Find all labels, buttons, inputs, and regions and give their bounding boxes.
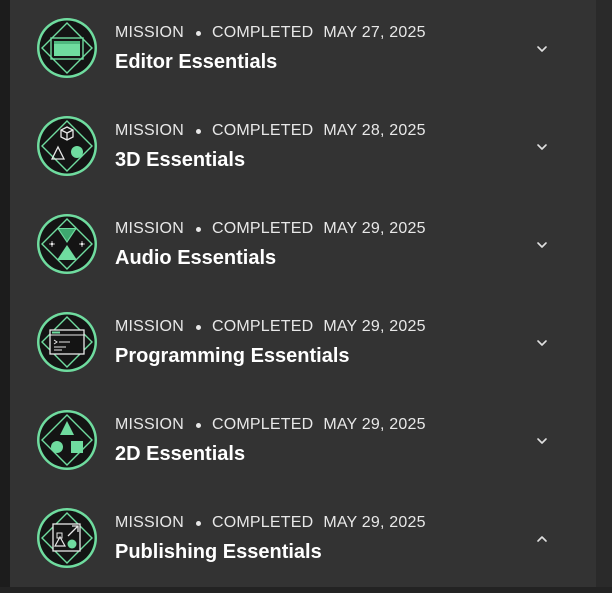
mission-status-label: COMPLETED: [211, 514, 314, 531]
mission-row-editor-essentials[interactable]: MISSION COMPLETED MAY 27, 2025 Editor Es…: [10, 0, 596, 98]
mission-type-label: MISSION: [115, 318, 184, 335]
3d-shapes-icon: [36, 115, 98, 177]
mission-type-label: MISSION: [115, 416, 184, 433]
mission-date: MAY 29, 2025: [323, 220, 426, 237]
mission-date: MAY 29, 2025: [323, 416, 426, 433]
mission-title: 2D Essentials: [115, 443, 246, 465]
mission-meta: MISSION COMPLETED MAY 29, 2025: [115, 513, 426, 533]
separator-dot: [195, 520, 201, 526]
mission-status-label: COMPLETED: [211, 220, 314, 237]
mission-type-label: MISSION: [115, 122, 184, 139]
separator-dot: [195, 226, 201, 232]
chevron-up-icon[interactable]: [530, 530, 554, 548]
mission-status-label: COMPLETED: [211, 122, 314, 139]
separator-dot: [195, 324, 201, 330]
2d-shapes-icon: [36, 409, 98, 471]
chevron-down-icon[interactable]: [530, 138, 554, 156]
mission-type-label: MISSION: [115, 514, 184, 531]
chevron-down-icon[interactable]: [530, 40, 554, 58]
mission-row-2d-essentials[interactable]: MISSION COMPLETED MAY 29, 2025 2D Essent…: [10, 392, 596, 490]
mission-status-label: COMPLETED: [211, 416, 314, 433]
mission-date: MAY 29, 2025: [323, 318, 426, 335]
mission-type-label: MISSION: [115, 24, 184, 41]
mission-date: MAY 29, 2025: [323, 514, 426, 531]
chevron-down-icon[interactable]: [530, 432, 554, 450]
mission-title: 3D Essentials: [115, 149, 246, 171]
hourglass-icon: [36, 213, 98, 275]
separator-dot: [195, 128, 201, 134]
chevron-down-icon[interactable]: [530, 334, 554, 352]
mission-row-3d-essentials[interactable]: MISSION COMPLETED MAY 28, 2025 3D Essent…: [10, 98, 596, 196]
mission-meta: MISSION COMPLETED MAY 29, 2025: [115, 219, 426, 239]
mission-row-audio-essentials[interactable]: MISSION COMPLETED MAY 29, 2025 Audio Ess…: [10, 196, 596, 294]
separator-dot: [195, 30, 201, 36]
mission-meta: MISSION COMPLETED MAY 29, 2025: [115, 415, 426, 435]
mission-title: Programming Essentials: [115, 345, 350, 367]
separator-dot: [195, 422, 201, 428]
code-window-icon: [36, 311, 98, 373]
mission-meta: MISSION COMPLETED MAY 27, 2025: [115, 23, 426, 43]
mission-status-label: COMPLETED: [211, 24, 314, 41]
editor-icon: [36, 17, 98, 79]
mission-row-publishing-essentials[interactable]: MISSION COMPLETED MAY 29, 2025 Publishin…: [10, 490, 596, 588]
chevron-down-icon[interactable]: [530, 236, 554, 254]
mission-type-label: MISSION: [115, 220, 184, 237]
mission-meta: MISSION COMPLETED MAY 29, 2025: [115, 317, 426, 337]
mission-title: Publishing Essentials: [115, 541, 322, 563]
mission-row-programming-essentials[interactable]: MISSION COMPLETED MAY 29, 2025 Programmi…: [10, 294, 596, 392]
mission-date: MAY 28, 2025: [323, 122, 426, 139]
mission-date: MAY 27, 2025: [323, 24, 426, 41]
mission-status-label: COMPLETED: [211, 318, 314, 335]
mission-title: Editor Essentials: [115, 51, 278, 73]
publish-icon: [36, 507, 98, 569]
mission-meta: MISSION COMPLETED MAY 28, 2025: [115, 121, 426, 141]
mission-title: Audio Essentials: [115, 247, 277, 269]
scrollbar-track[interactable]: [596, 0, 612, 593]
